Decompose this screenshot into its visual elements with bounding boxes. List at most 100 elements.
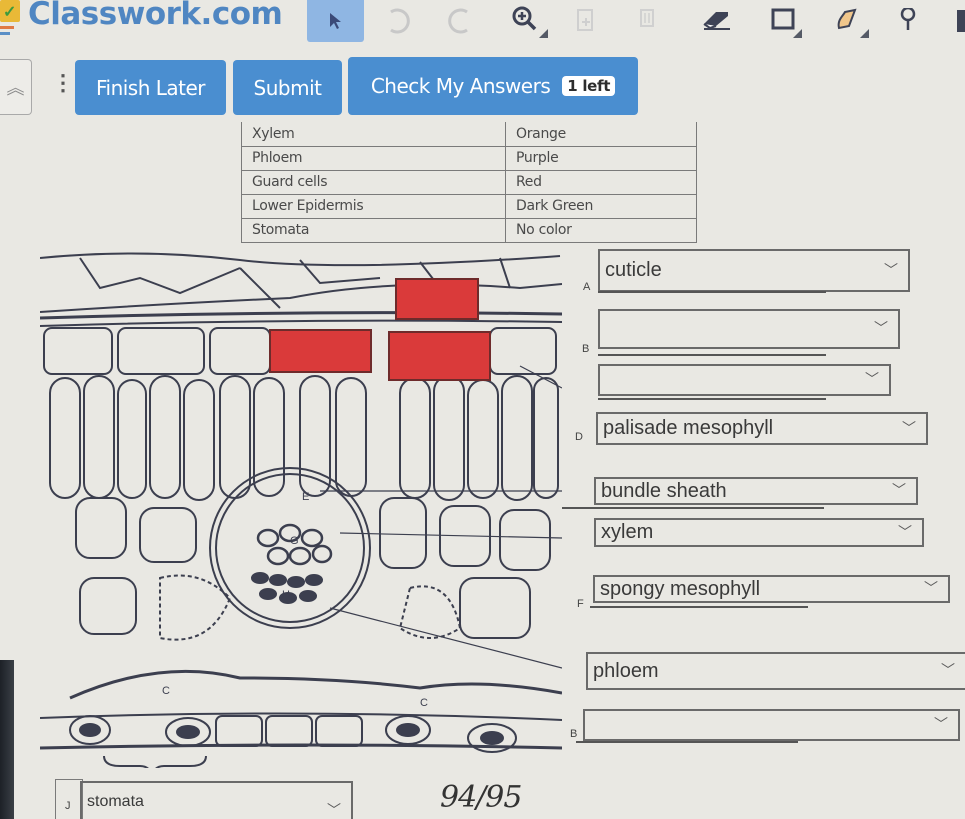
- pin-button[interactable]: [890, 0, 926, 42]
- finish-later-button[interactable]: Finish Later: [75, 60, 226, 115]
- trash-icon: [640, 9, 654, 27]
- table-row: Lower Epidermis Dark Green: [241, 193, 697, 219]
- diagram-letter-e: E: [302, 491, 309, 503]
- pin-icon: [900, 8, 916, 30]
- answer-underline: [590, 606, 808, 608]
- answer-dropdown-g[interactable]: xylem ﹀: [594, 518, 924, 547]
- part-cell: Xylem: [241, 122, 506, 147]
- app-title: Classwork.com: [28, 0, 283, 32]
- chevron-down-icon: ﹀: [924, 580, 938, 596]
- part-cell: Stomata: [241, 217, 506, 243]
- label-letter-box-j: J: [55, 779, 83, 819]
- part-cell: Guard cells: [241, 169, 506, 195]
- undo-icon: [390, 8, 410, 34]
- logo-icon: ✓: [0, 0, 22, 35]
- redo-icon: [448, 8, 468, 34]
- shape-button[interactable]: [760, 0, 804, 42]
- chevron-down-icon: ﹀: [874, 320, 888, 336]
- diagram-letter-c2: C: [420, 697, 428, 709]
- kebab-icon: ⋮: [52, 70, 74, 95]
- chevron-down-icon: ﹀: [865, 371, 879, 387]
- chevron-down-icon: ﹀: [898, 523, 912, 540]
- color-cell: Orange: [505, 122, 697, 147]
- answer-underline: [598, 354, 826, 356]
- answer-dropdown-a[interactable]: cuticle ﹀: [598, 249, 910, 292]
- color-legend-table: Xylem Orange Phloem Purple Guard cells Red …: [241, 122, 697, 243]
- checks-left-badge: 1 left: [562, 76, 616, 96]
- eraser-icon: [703, 12, 730, 30]
- zoom-in-icon: [512, 6, 537, 31]
- chevron-down-icon: ﹀: [941, 662, 955, 678]
- hidden-label-box[interactable]: [388, 331, 491, 381]
- diagram-letter-c: C: [162, 685, 170, 697]
- delete-button[interactable]: [632, 0, 662, 42]
- label-letter-d: D: [575, 431, 583, 443]
- table-row: Phloem Purple: [241, 145, 697, 171]
- part-cell: Phloem: [241, 145, 506, 171]
- double-chevron-up-icon: ︽: [6, 78, 25, 98]
- highlighter-icon: [837, 8, 857, 30]
- label-letter-j: J: [65, 800, 71, 812]
- answer-underline: [562, 507, 824, 509]
- leaf-diagram-drawing: E G H C C: [39, 252, 563, 777]
- answer-dropdown-d[interactable]: palisade mesophyll ﹀: [596, 412, 928, 445]
- answer-dropdown-j[interactable]: stomata ﹀: [80, 781, 353, 819]
- answer-dropdown-f[interactable]: spongy mesophyll ﹀: [593, 575, 950, 603]
- dropdown-value: xylem: [601, 521, 654, 543]
- collapse-button[interactable]: ︽: [0, 59, 32, 115]
- submit-button[interactable]: Submit: [233, 60, 342, 115]
- dropdown-value: spongy mesophyll: [600, 577, 761, 600]
- answer-dropdown-e[interactable]: bundle sheath ﹀: [594, 477, 918, 505]
- label-letter-a: A: [583, 281, 591, 293]
- table-row: Guard cells Red: [241, 169, 697, 195]
- label-letter-b-lower: B: [570, 728, 578, 740]
- dropdown-value: phloem: [593, 659, 659, 682]
- color-cell: Red: [505, 169, 697, 195]
- answer-dropdown-b-lower[interactable]: ﹀: [583, 709, 960, 741]
- answer-dropdown-c[interactable]: ﹀: [598, 364, 891, 396]
- chevron-down-icon: ﹀: [934, 716, 948, 732]
- handwritten-score: 94/95: [440, 780, 522, 815]
- table-row: Stomata No color: [241, 217, 697, 243]
- add-page-button[interactable]: [568, 0, 604, 42]
- more-tools-button[interactable]: [950, 0, 965, 42]
- top-toolbar: ✓ Classwork.com: [0, 0, 965, 44]
- check-answers-button[interactable]: Check My Answers 1 left: [348, 57, 638, 115]
- color-cell: No color: [505, 217, 697, 243]
- leaf-cross-section-diagram: E G H C C: [39, 248, 563, 777]
- hidden-label-box[interactable]: [395, 278, 479, 320]
- cursor-arrow-icon: [329, 13, 341, 29]
- answer-underline: [576, 741, 798, 743]
- label-letter-b: B: [582, 343, 590, 355]
- chevron-down-icon: ﹀: [902, 419, 916, 436]
- zoom-button[interactable]: [500, 0, 550, 42]
- dropdown-value: cuticle: [605, 259, 662, 281]
- dropdown-value: palisade mesophyll: [603, 417, 774, 439]
- dropdown-value: stomata: [87, 793, 144, 810]
- check-answers-label: Check My Answers: [370, 74, 551, 98]
- part-cell: Lower Epidermis: [241, 193, 506, 219]
- answer-underline: [598, 291, 826, 293]
- more-options-button[interactable]: ⋮: [52, 72, 74, 94]
- color-cell: Dark Green: [505, 193, 697, 219]
- eraser-button[interactable]: [696, 0, 740, 42]
- undo-button[interactable]: [378, 0, 418, 42]
- chevron-down-icon: ﹀: [892, 482, 906, 498]
- diagram-letter-h: H: [282, 589, 290, 601]
- label-letter-f: F: [577, 598, 584, 610]
- chevron-down-icon: ﹀: [884, 261, 898, 278]
- table-row: Xylem Orange: [241, 122, 697, 147]
- pointer-tool-button[interactable]: [307, 0, 364, 42]
- answer-dropdown-b[interactable]: ﹀: [598, 309, 900, 349]
- add-page-icon: [577, 9, 593, 31]
- answer-dropdown-h[interactable]: phloem ﹀: [586, 652, 965, 690]
- chevron-down-icon: ﹀: [327, 802, 341, 818]
- screen-bezel: [0, 660, 14, 819]
- redo-button[interactable]: [440, 0, 480, 42]
- hidden-label-box[interactable]: [269, 329, 372, 373]
- highlighter-button[interactable]: [825, 0, 871, 42]
- dropdown-value: bundle sheath: [601, 479, 727, 502]
- answer-underline: [598, 398, 826, 400]
- diagram-letter-g: G: [290, 535, 299, 547]
- color-cell: Purple: [505, 145, 697, 171]
